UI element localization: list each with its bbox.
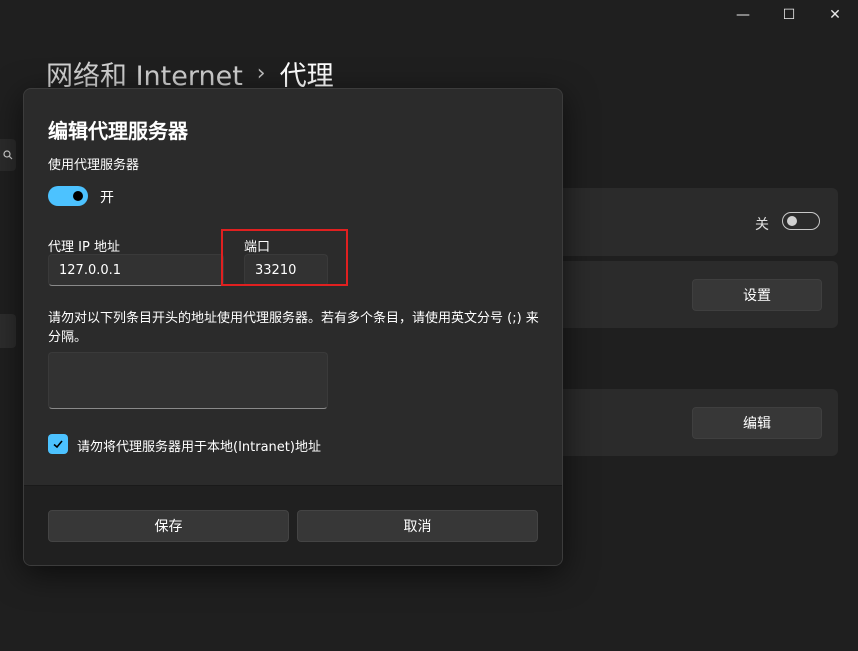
window-controls: — ☐ ✕: [720, 0, 858, 30]
auto-detect-toggle[interactable]: [782, 212, 820, 230]
dialog-footer: 保存 取消: [24, 485, 562, 565]
close-button[interactable]: ✕: [812, 0, 858, 30]
toggle-knob: [787, 216, 797, 226]
toggle-knob: [73, 191, 83, 201]
exceptions-input[interactable]: [48, 352, 328, 409]
auto-detect-toggle-label: 关: [755, 217, 769, 233]
settings-button[interactable]: 设置: [692, 279, 822, 311]
save-button[interactable]: 保存: [48, 510, 289, 542]
checkmark-icon: [53, 440, 63, 449]
maximize-button[interactable]: ☐: [766, 0, 812, 30]
bypass-local-checkbox[interactable]: [48, 434, 68, 454]
use-proxy-toggle-state: 开: [100, 190, 114, 206]
search-icon[interactable]: [0, 139, 16, 171]
exceptions-description: 请勿对以下列条目开头的地址使用代理服务器。若有多个条目，请使用英文分号 (;) …: [48, 311, 539, 345]
proxy-ip-input[interactable]: 127.0.0.1: [48, 254, 224, 286]
edit-proxy-dialog: 编辑代理服务器 使用代理服务器 开 代理 IP 地址 127.0.0.1 端口 …: [23, 88, 563, 566]
proxy-ip-label: 代理 IP 地址: [48, 240, 120, 255]
use-proxy-toggle[interactable]: [48, 186, 88, 206]
use-proxy-label: 使用代理服务器: [48, 158, 140, 173]
settings-window: — ☐ ✕ 网络和 Internet › 代理 关 设置 编辑 编辑代理服务器 …: [0, 0, 858, 651]
cancel-button[interactable]: 取消: [297, 510, 538, 542]
dialog-title: 编辑代理服务器: [48, 119, 188, 143]
minimize-button[interactable]: —: [720, 0, 766, 30]
port-highlight-box: [221, 229, 348, 286]
chevron-right-icon: ›: [256, 61, 266, 86]
bypass-local-label[interactable]: 请勿将代理服务器用于本地(Intranet)地址: [77, 436, 321, 455]
edit-button[interactable]: 编辑: [692, 407, 822, 439]
sidebar-item-selected[interactable]: [0, 314, 16, 348]
